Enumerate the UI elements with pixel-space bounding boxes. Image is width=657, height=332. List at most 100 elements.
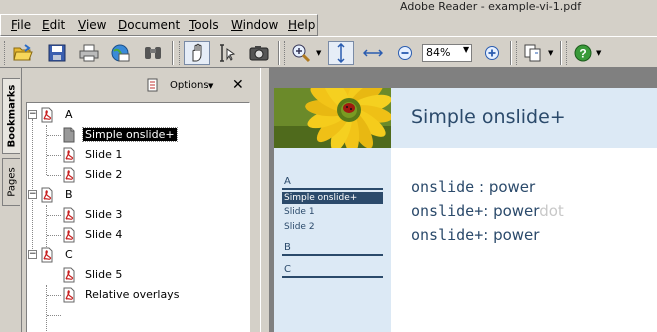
slide-nav-section-a[interactable]: A — [284, 176, 291, 187]
tree-connector — [47, 215, 61, 216]
hand-tool-icon[interactable] — [184, 41, 210, 65]
pdf-bookmark-icon — [63, 127, 75, 143]
toolbar-grip[interactable] — [179, 41, 182, 65]
line-ghost-text: dot — [539, 202, 564, 220]
bookmark-label: C — [65, 248, 73, 261]
code-command: onslide+ — [411, 202, 484, 220]
snapshot-icon[interactable] — [246, 41, 272, 65]
tree-connector — [47, 295, 61, 296]
bookmarks-tree[interactable]: − A Simple onslide+ Slide 1 Slide 2 − B … — [26, 102, 250, 332]
toolbar-separator — [560, 41, 562, 65]
menu-tools[interactable]: Tools — [189, 18, 219, 32]
toolbar-grip[interactable] — [566, 41, 569, 65]
tree-connector — [47, 135, 61, 136]
bookmark-label: Slide 5 — [85, 268, 123, 281]
menu-document[interactable]: Document — [118, 18, 180, 32]
pdf-bookmark-icon — [41, 247, 53, 263]
title-bar: Adobe Reader - example-vi-1.pdf — [0, 0, 657, 14]
search-icon[interactable] — [140, 41, 166, 65]
line-separator: : — [483, 226, 494, 244]
line-text: power — [493, 202, 540, 220]
close-icon[interactable]: ✕ — [232, 77, 244, 93]
bookmark-label: Slide 1 — [85, 148, 123, 161]
select-text-icon[interactable] — [214, 41, 240, 65]
collapse-icon[interactable]: − — [28, 110, 37, 119]
pdf-page: A Simple onslide+ Slide 1 Slide 2 B C Si… — [274, 88, 657, 332]
fit-page-icon[interactable] — [328, 41, 354, 65]
slide-nav-section-c[interactable]: C — [284, 264, 291, 275]
line-separator: : — [483, 202, 494, 220]
tab-bookmarks[interactable]: Bookmarks — [2, 78, 20, 154]
menu-bar: File Edit View Document Tools Window Hel… — [0, 14, 318, 36]
toolbar-grip[interactable] — [284, 41, 287, 65]
email-icon[interactable] — [107, 41, 133, 65]
collapse-icon[interactable]: − — [28, 190, 37, 199]
zoom-out-icon[interactable] — [392, 41, 418, 65]
slide-nav-section-b[interactable]: B — [284, 242, 291, 253]
zoom-in-tool-icon[interactable] — [288, 41, 314, 65]
toolbar: ▼ 84% ▼ ▼ ? ▼ — [0, 36, 657, 68]
chevron-down-icon[interactable]: ▼ — [548, 49, 553, 57]
menu-help[interactable]: Help — [288, 18, 315, 32]
toolbar-separator — [510, 41, 512, 65]
bookmark-label: Relative overlays — [85, 288, 180, 301]
slide-nav-item[interactable]: Slide 1 — [284, 207, 315, 217]
bookmark-label: Slide 2 — [85, 168, 123, 181]
tree-connector — [46, 285, 47, 332]
menu-view[interactable]: View — [78, 18, 106, 32]
toolbar-grip[interactable] — [516, 41, 519, 65]
collapse-icon[interactable]: − — [28, 250, 37, 259]
bookmark-label: Slide 4 — [85, 228, 123, 241]
zoom-plus-icon[interactable] — [479, 41, 505, 65]
menu-window[interactable]: Window — [231, 18, 278, 32]
menu-edit[interactable]: Edit — [42, 18, 65, 32]
navigation-tabs: Bookmarks Pages — [0, 68, 22, 332]
pdf-bookmark-icon — [63, 267, 75, 283]
open-icon[interactable] — [10, 41, 36, 65]
bookmark-label: B — [65, 188, 73, 201]
fit-width-icon[interactable] — [360, 41, 386, 65]
document-viewport[interactable]: A Simple onslide+ Slide 1 Slide 2 B C Si… — [270, 68, 657, 332]
bookmark-label: Simple onslide+ — [82, 127, 178, 142]
pdf-bookmark-icon — [63, 227, 75, 243]
chevron-down-icon[interactable]: ▼ — [208, 82, 213, 90]
pdf-bookmark-icon — [63, 287, 75, 303]
code-command: onslide+ — [411, 226, 484, 244]
help-icon[interactable]: ? — [570, 41, 596, 65]
options-button[interactable]: Options — [170, 80, 209, 91]
tab-pages-label: Pages — [6, 167, 17, 197]
zoom-dropdown-icon[interactable]: ▼ — [463, 45, 469, 54]
tab-pages[interactable]: Pages — [2, 158, 20, 206]
panel-splitter[interactable] — [260, 68, 270, 332]
pages-tool-icon[interactable] — [520, 41, 546, 65]
options-icon[interactable] — [146, 78, 160, 95]
print-icon[interactable] — [76, 41, 102, 65]
slide-nav-item-current[interactable]: Simple onslide+ — [282, 192, 383, 204]
line-separator: : — [474, 178, 489, 196]
pdf-bookmark-icon — [63, 167, 75, 183]
toolbar-separator — [172, 41, 174, 65]
bookmarks-panel: Options ▼ ✕ − A Simple onslide+ Slide 1 — [22, 68, 260, 332]
tab-bookmarks-label: Bookmarks — [6, 84, 17, 148]
pdf-bookmark-icon — [41, 107, 53, 123]
toolbar-grip[interactable] — [4, 41, 7, 65]
menu-file[interactable]: File — [11, 18, 31, 32]
slide-nav-item[interactable]: Slide 2 — [284, 222, 315, 232]
toolbar-separator — [278, 41, 280, 65]
slide-nav-rule — [282, 276, 383, 278]
tree-connector — [47, 155, 61, 156]
chevron-down-icon[interactable]: ▼ — [596, 49, 601, 57]
bookmark-label: A — [65, 108, 73, 121]
slide-navigation-sidebar: A Simple onslide+ Slide 1 Slide 2 B C — [274, 88, 391, 332]
line-text: power — [488, 178, 536, 196]
slide-header: Simple onslide+ — [391, 88, 657, 148]
slide-nav-rule — [282, 254, 383, 256]
window-title: Adobe Reader - example-vi-1.pdf — [400, 0, 582, 13]
save-icon[interactable] — [44, 41, 70, 65]
flower-image — [274, 88, 391, 148]
chevron-down-icon[interactable]: ▼ — [316, 49, 321, 57]
pdf-bookmark-icon — [41, 187, 53, 203]
pdf-bookmark-icon — [63, 147, 75, 163]
line-text: power — [493, 226, 540, 244]
bookmarks-header: Options ▼ ✕ — [22, 68, 260, 102]
